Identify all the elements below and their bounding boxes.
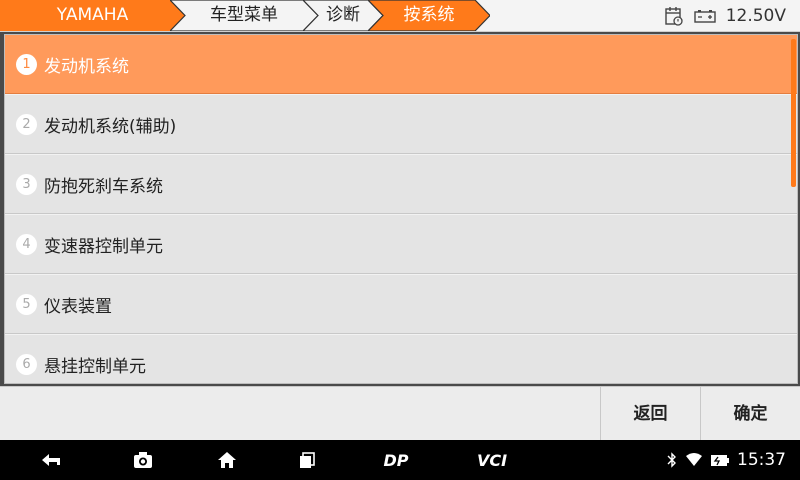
item-label: 悬挂控制单元 <box>44 356 146 377</box>
list-item[interactable]: 1 发动机系统 <box>5 35 797 94</box>
item-number-badge: 1 <box>16 53 37 75</box>
car-battery-icon <box>694 9 716 23</box>
list-item[interactable]: 6 悬挂控制单元 <box>5 335 797 383</box>
breadcrumb-vehicle-menu[interactable]: 车型菜单 <box>170 0 318 31</box>
breadcrumb-label: 按系统 <box>403 5 455 25</box>
calendar-clock-icon <box>665 6 683 26</box>
item-label: 仪表装置 <box>44 296 112 317</box>
system-list[interactable]: 1 发动机系统 2 发动机系统(辅助) 3 防抱死刹车系统 4 变速器控制单元 … <box>4 34 798 384</box>
item-number-badge: 2 <box>16 113 37 135</box>
status-area: 12.50V <box>664 0 800 31</box>
item-label: 发动机系统(辅助) <box>44 116 177 137</box>
camera-icon[interactable] <box>128 440 158 480</box>
breadcrumb-label: YAMAHA <box>56 5 129 25</box>
item-number-badge: 5 <box>16 293 37 315</box>
battery-icon <box>711 455 729 466</box>
list-item[interactable]: 5 仪表装置 <box>5 275 797 334</box>
list-item[interactable]: 2 发动机系统(辅助) <box>5 95 797 154</box>
breadcrumb-label: 车型菜单 <box>210 5 278 25</box>
back-button[interactable]: 返回 <box>600 387 700 441</box>
back-arrow-icon[interactable] <box>36 440 66 480</box>
action-bar: 返回 确定 <box>0 386 800 441</box>
item-label: 发动机系统 <box>44 56 129 77</box>
recent-apps-icon[interactable] <box>292 440 322 480</box>
system-nav-bar: DP VCI 15:37 <box>0 440 800 480</box>
wifi-icon <box>686 453 702 466</box>
confirm-button[interactable]: 确定 <box>700 387 800 441</box>
bluetooth-icon <box>667 452 676 468</box>
system-status: 15:37 <box>667 440 786 480</box>
vci-button[interactable]: VCI <box>470 440 514 480</box>
home-icon[interactable] <box>212 440 242 480</box>
top-bar: YAMAHA 车型菜单 诊断 按系统 12.50V <box>0 0 800 32</box>
item-number-badge: 6 <box>16 353 37 375</box>
breadcrumb-yamaha[interactable]: YAMAHA <box>0 0 185 31</box>
list-item[interactable]: 3 防抱死刹车系统 <box>5 155 797 214</box>
dp-button[interactable]: DP <box>376 440 416 480</box>
clock: 15:37 <box>737 450 786 470</box>
voltage-readout: 12.50V <box>725 5 786 26</box>
breadcrumb-by-system[interactable]: 按系统 <box>368 0 490 31</box>
item-label: 防抱死刹车系统 <box>44 176 163 197</box>
breadcrumb-label: 诊断 <box>326 5 360 25</box>
list-item[interactable]: 4 变速器控制单元 <box>5 215 797 274</box>
item-number-badge: 4 <box>16 233 37 255</box>
item-label: 变速器控制单元 <box>44 236 163 257</box>
item-number-badge: 3 <box>16 173 37 195</box>
list-scrollbar[interactable] <box>791 39 796 187</box>
